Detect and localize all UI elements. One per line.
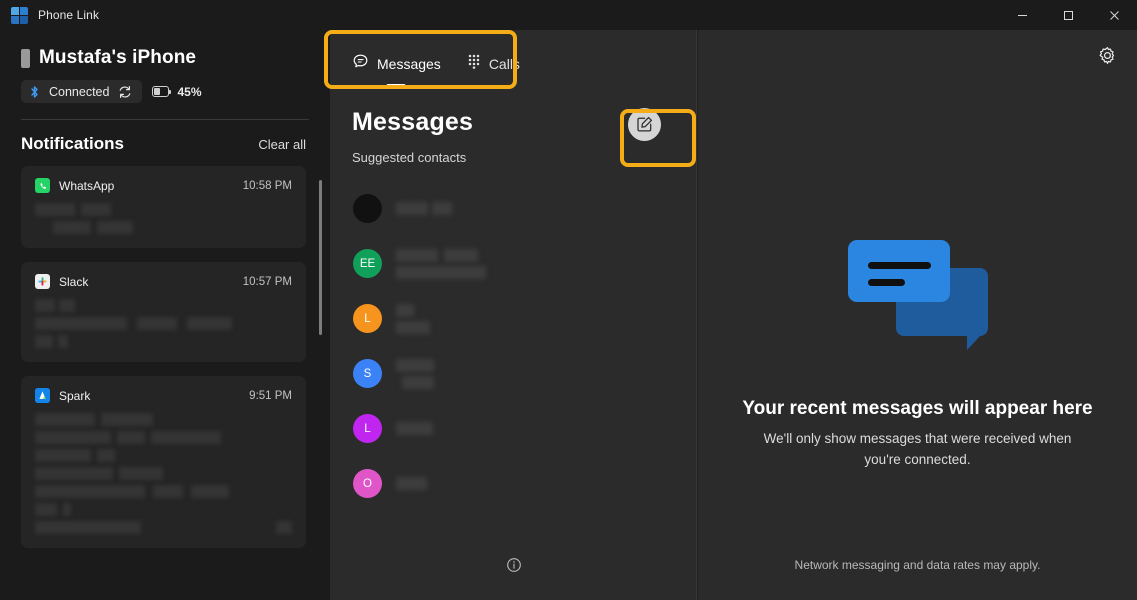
- device-name: Mustafa's iPhone: [39, 47, 197, 68]
- empty-state-title: Your recent messages will appear here: [742, 398, 1093, 419]
- contact-item[interactable]: L: [330, 401, 697, 456]
- avatar: O: [353, 469, 382, 498]
- dialpad-icon: [467, 53, 481, 75]
- avatar: S: [353, 359, 382, 388]
- notifications-title: Notifications: [21, 134, 124, 153]
- avatar: EE: [353, 249, 382, 278]
- battery-icon: [152, 86, 172, 97]
- message-bubble-icon: [352, 53, 369, 75]
- compose-button[interactable]: [628, 108, 661, 141]
- device-status-row: Connected 45%: [0, 69, 330, 103]
- notification-body-redacted: [35, 299, 292, 348]
- tab-calls-label: Calls: [488, 56, 520, 72]
- contact-name-redacted: [396, 422, 433, 435]
- conversation-panel: Your recent messages will appear here We…: [698, 30, 1137, 600]
- tab-messages[interactable]: Messages: [352, 53, 441, 87]
- contact-name-redacted: [396, 303, 430, 334]
- app-title: Phone Link: [38, 8, 100, 22]
- contact-item[interactable]: L: [330, 291, 697, 346]
- phone-link-window: Phone Link Mustafa's iPhone Connected 45…: [0, 0, 1137, 600]
- suggested-contacts-list: EE L S L O: [330, 165, 697, 511]
- title-bar-left: Phone Link: [0, 6, 100, 24]
- title-bar: Phone Link: [0, 0, 1137, 30]
- notification-app: WhatsApp: [35, 178, 114, 193]
- notification-app-name: Spark: [59, 388, 91, 403]
- notification-app: Slack: [35, 274, 88, 289]
- settings-button[interactable]: [1091, 42, 1123, 74]
- sidebar-scrollbar-thumb[interactable]: [319, 180, 322, 335]
- empty-state: Your recent messages will appear here We…: [698, 240, 1137, 471]
- avatar: [353, 194, 382, 223]
- bluetooth-icon: [29, 85, 40, 99]
- notifications-list[interactable]: WhatsApp 10:58 PM Slack 10:57 PM Spark 9…: [0, 166, 330, 596]
- contact-item[interactable]: EE: [330, 236, 697, 291]
- window-controls: [999, 0, 1137, 30]
- whatsapp-icon: [35, 178, 50, 193]
- spark-icon: [35, 388, 50, 403]
- empty-state-subtitle: We'll only show messages that were recei…: [763, 431, 1072, 467]
- notification-card-header: Slack 10:57 PM: [35, 274, 292, 289]
- gear-icon: [1098, 46, 1117, 70]
- avatar: L: [353, 414, 382, 443]
- avatar: L: [353, 304, 382, 333]
- battery-indicator: 45%: [152, 84, 202, 99]
- contact-name-redacted: [396, 477, 427, 490]
- connection-status-pill[interactable]: Connected: [21, 80, 143, 103]
- contact-name-redacted: [396, 358, 434, 389]
- info-row: [330, 557, 697, 578]
- page-title: Messages: [352, 108, 474, 136]
- contact-name-redacted: [396, 202, 452, 215]
- notification-card[interactable]: Spark 9:51 PM: [21, 376, 306, 548]
- tab-calls[interactable]: Calls: [467, 53, 520, 77]
- notification-card-header: Spark 9:51 PM: [35, 388, 292, 403]
- connection-status-text: Connected: [49, 84, 110, 99]
- phone-icon: [21, 48, 30, 68]
- tab-messages-label: Messages: [377, 56, 441, 72]
- contact-name-redacted: [396, 248, 486, 279]
- notification-time: 9:51 PM: [249, 389, 292, 402]
- battery-percent: 45%: [177, 84, 202, 99]
- messages-header: Messages: [330, 86, 697, 141]
- clear-all-button[interactable]: Clear all: [258, 137, 306, 152]
- close-button[interactable]: [1091, 0, 1137, 30]
- tab-bar: Messages Calls: [330, 30, 697, 87]
- suggested-contacts-label: Suggested contacts: [352, 150, 467, 165]
- slack-icon: [35, 274, 50, 289]
- notification-app-name: Slack: [59, 274, 89, 289]
- notification-time: 10:57 PM: [242, 275, 292, 288]
- notification-body-redacted: [35, 203, 292, 234]
- notifications-header: Notifications Clear all: [0, 120, 330, 154]
- notification-card-header: WhatsApp 10:58 PM: [35, 178, 292, 193]
- network-note: Network messaging and data rates may app…: [794, 558, 1041, 572]
- maximize-button[interactable]: [1045, 0, 1091, 30]
- phone-link-logo-icon: [11, 6, 28, 24]
- notification-card[interactable]: Slack 10:57 PM: [21, 262, 306, 362]
- refresh-icon[interactable]: [118, 85, 132, 99]
- notification-card[interactable]: WhatsApp 10:58 PM: [21, 166, 306, 248]
- info-circle-icon[interactable]: [506, 557, 522, 578]
- notification-app-name: WhatsApp: [59, 178, 115, 193]
- contact-item[interactable]: [330, 181, 697, 236]
- contact-item[interactable]: O: [330, 456, 697, 511]
- notification-time: 10:58 PM: [242, 179, 292, 192]
- notification-app: Spark: [35, 388, 90, 403]
- contact-item[interactable]: S: [330, 346, 697, 401]
- device-header: Mustafa's iPhone: [0, 30, 330, 69]
- notification-body-redacted: [35, 413, 292, 534]
- tab-active-indicator: [386, 84, 406, 87]
- chat-bubbles-illustration-icon: [847, 240, 988, 362]
- panel-divider: [696, 30, 697, 600]
- minimize-button[interactable]: [999, 0, 1045, 30]
- device-sidebar: Mustafa's iPhone Connected 45% Notificat…: [0, 30, 330, 600]
- messages-panel: Messages Calls Messages Suggested contac…: [330, 30, 697, 600]
